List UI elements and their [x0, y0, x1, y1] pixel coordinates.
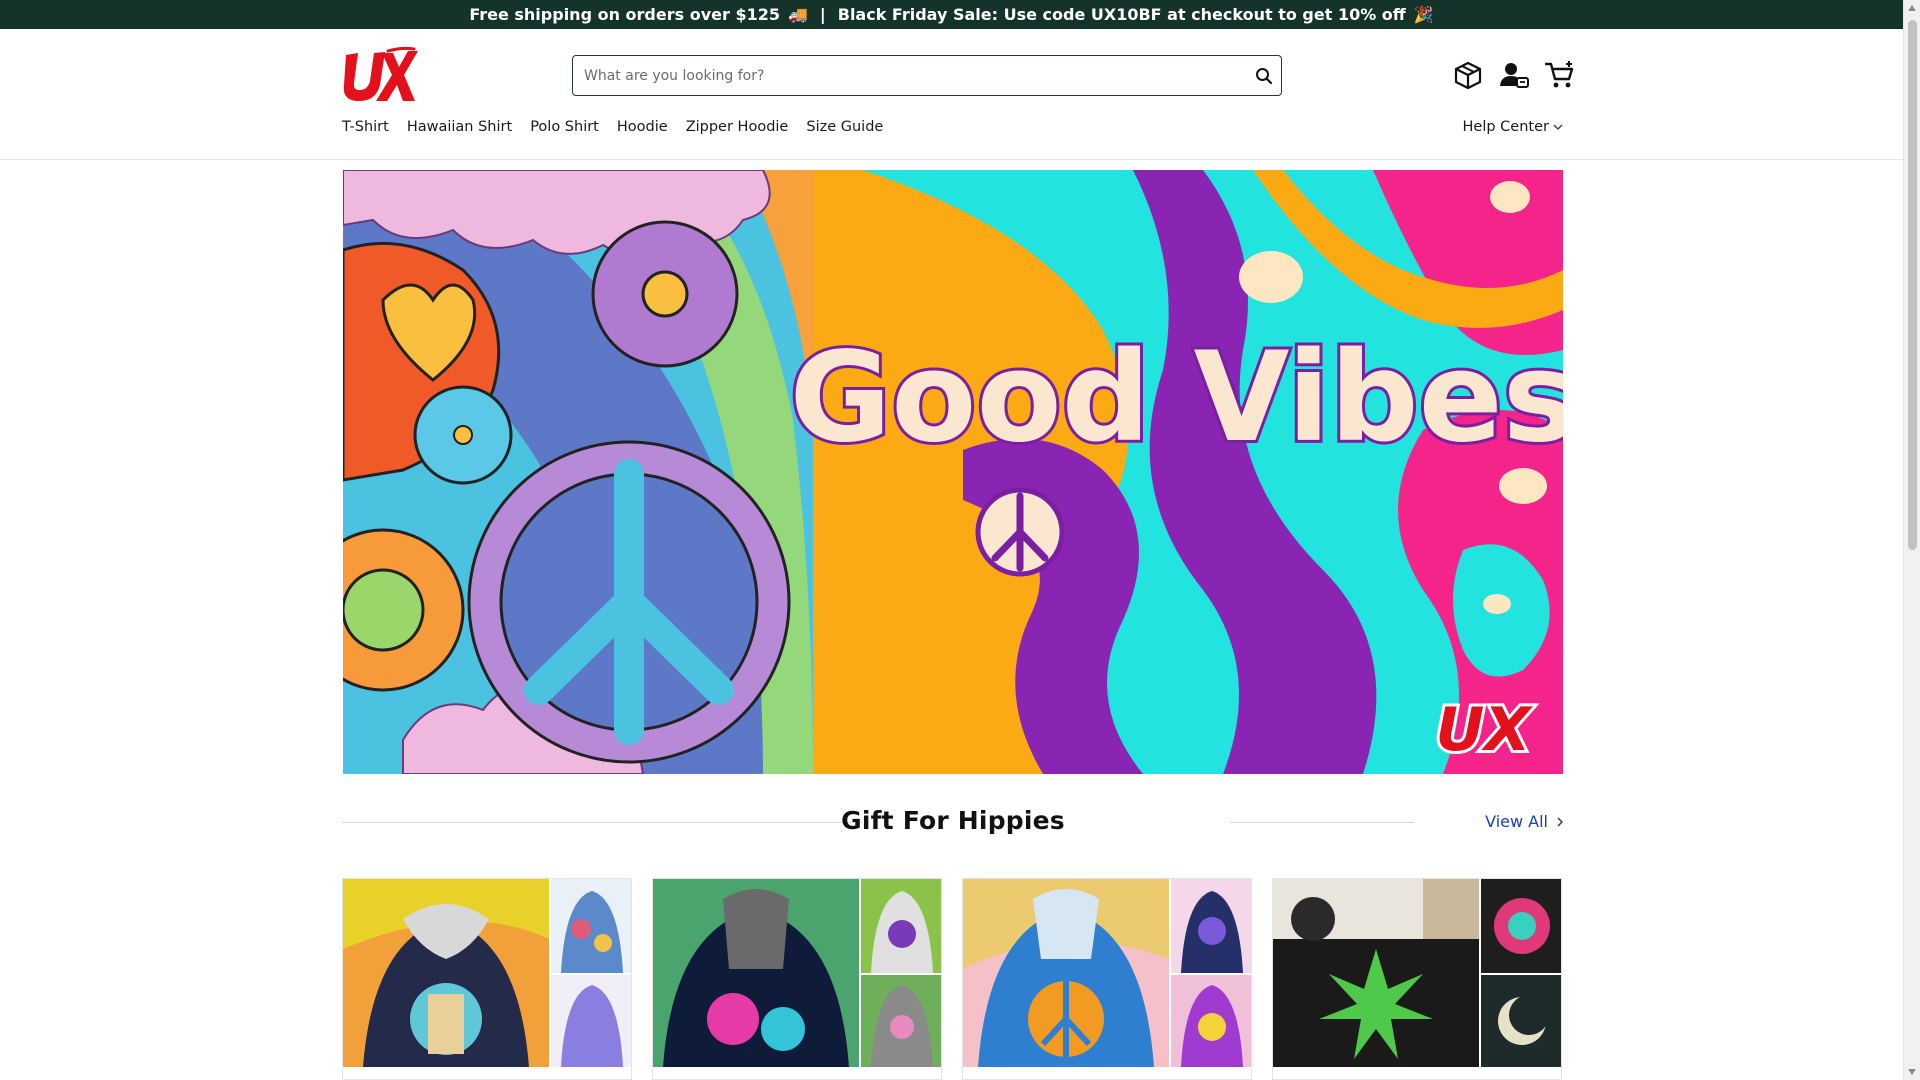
product-card[interactable] — [342, 878, 632, 1080]
product-card[interactable] — [1272, 878, 1562, 1080]
package-icon — [1454, 61, 1482, 90]
chevron-right-icon — [1557, 817, 1563, 826]
announcement-bar: Free shipping on orders over $125 🚚 | Bl… — [0, 0, 1903, 29]
order-tracking-button[interactable] — [1452, 59, 1484, 91]
scrollbar-thumb[interactable] — [1908, 20, 1917, 550]
product-thumbnail — [551, 879, 631, 973]
banner-headline: Good Vibes — [789, 326, 1563, 470]
product-thumbnail — [1171, 975, 1251, 1067]
search-input[interactable] — [573, 56, 1247, 95]
banner-brand-mark: UX — [1436, 695, 1534, 765]
product-image — [343, 879, 549, 1067]
product-thumbnail — [1171, 879, 1251, 973]
cart-icon — [1545, 61, 1574, 88]
truck-icon: 🚚 — [787, 5, 808, 24]
scroll-up-icon[interactable] — [1908, 5, 1916, 11]
nav-item-polo-shirt[interactable]: Polo Shirt — [530, 119, 599, 135]
nav-item-t-shirt[interactable]: T-Shirt — [342, 119, 389, 135]
view-all-label: View All — [1485, 812, 1548, 831]
site-logo[interactable] — [342, 45, 418, 105]
product-thumbnail — [1481, 879, 1561, 973]
product-image — [1273, 879, 1479, 1067]
nav-item-hawaiian-shirt[interactable]: Hawaiian Shirt — [407, 119, 512, 135]
product-thumbnail — [551, 975, 631, 1067]
product-thumbnail — [1481, 975, 1561, 1067]
announcement-separator: | — [819, 5, 826, 24]
help-center-dropdown[interactable]: Help Center — [1463, 119, 1563, 135]
header-actions — [1452, 59, 1576, 91]
cart-button[interactable] — [1544, 59, 1576, 91]
scroll-down-icon[interactable] — [1908, 1069, 1916, 1075]
hero-banner[interactable]: Good Vibes UX — [343, 170, 1563, 774]
product-thumbnail — [861, 879, 941, 973]
search-button[interactable] — [1247, 56, 1281, 95]
party-popper-icon: 🎉 — [1413, 5, 1434, 24]
product-thumbnail — [861, 975, 941, 1067]
section-header: Gift For Hippies View All — [342, 800, 1564, 846]
page-scrollbar[interactable] — [1903, 0, 1920, 1080]
announcement-shipping: Free shipping on orders over $125 — [469, 5, 780, 24]
account-icon — [1500, 63, 1529, 88]
section-title: Gift For Hippies — [841, 806, 1065, 835]
account-button[interactable] — [1498, 59, 1530, 91]
chevron-down-icon — [1553, 124, 1563, 130]
product-grid — [342, 878, 1564, 1080]
site-header: T-Shirt Hawaiian Shirt Polo Shirt Hoodie… — [0, 29, 1903, 160]
product-card[interactable] — [652, 878, 942, 1080]
view-all-link[interactable]: View All — [1473, 812, 1564, 831]
search-icon — [1256, 67, 1273, 84]
nav-item-hoodie[interactable]: Hoodie — [617, 119, 668, 135]
product-image — [653, 879, 859, 1067]
product-card[interactable] — [962, 878, 1252, 1080]
help-center-label: Help Center — [1462, 119, 1549, 135]
category-nav: T-Shirt Hawaiian Shirt Polo Shirt Hoodie… — [342, 119, 883, 135]
nav-item-zipper-hoodie[interactable]: Zipper Hoodie — [686, 119, 789, 135]
product-image — [963, 879, 1169, 1067]
nav-item-size-guide[interactable]: Size Guide — [806, 119, 883, 135]
announcement-sale: Black Friday Sale: Use code UX10BF at ch… — [837, 5, 1406, 24]
search-bar — [572, 55, 1282, 96]
